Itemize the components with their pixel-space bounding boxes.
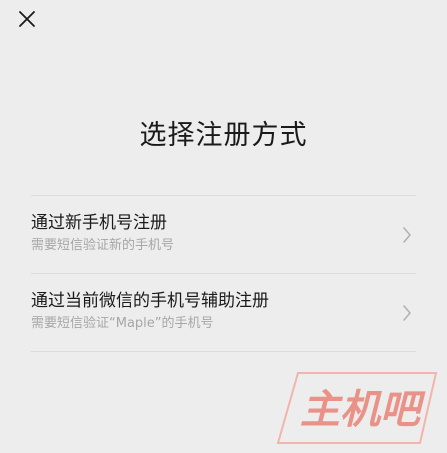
option-title: 通过当前微信的手机号辅助注册 bbox=[31, 291, 269, 311]
option-subtitle: 需要短信验证新的手机号 bbox=[31, 238, 175, 253]
close-icon bbox=[19, 11, 35, 27]
chevron-right-icon bbox=[403, 227, 411, 243]
option-title: 通过新手机号注册 bbox=[31, 213, 167, 233]
svg-text:主机吧: 主机吧 bbox=[300, 387, 426, 433]
registration-options-list: 通过新手机号注册 需要短信验证新的手机号 通过当前微信的手机号辅助注册 需要短信… bbox=[31, 195, 416, 352]
close-button[interactable] bbox=[14, 6, 40, 32]
option-subtitle: 需要短信验证“Maple”的手机号 bbox=[31, 316, 214, 331]
watermark-logo: 主机吧 bbox=[276, 372, 438, 444]
option-register-new-phone[interactable]: 通过新手机号注册 需要短信验证新的手机号 bbox=[31, 196, 416, 274]
page-title: 选择注册方式 bbox=[139, 120, 308, 151]
chevron-right-icon bbox=[403, 305, 411, 321]
option-register-current-wechat-phone[interactable]: 通过当前微信的手机号辅助注册 需要短信验证“Maple”的手机号 bbox=[31, 274, 416, 352]
